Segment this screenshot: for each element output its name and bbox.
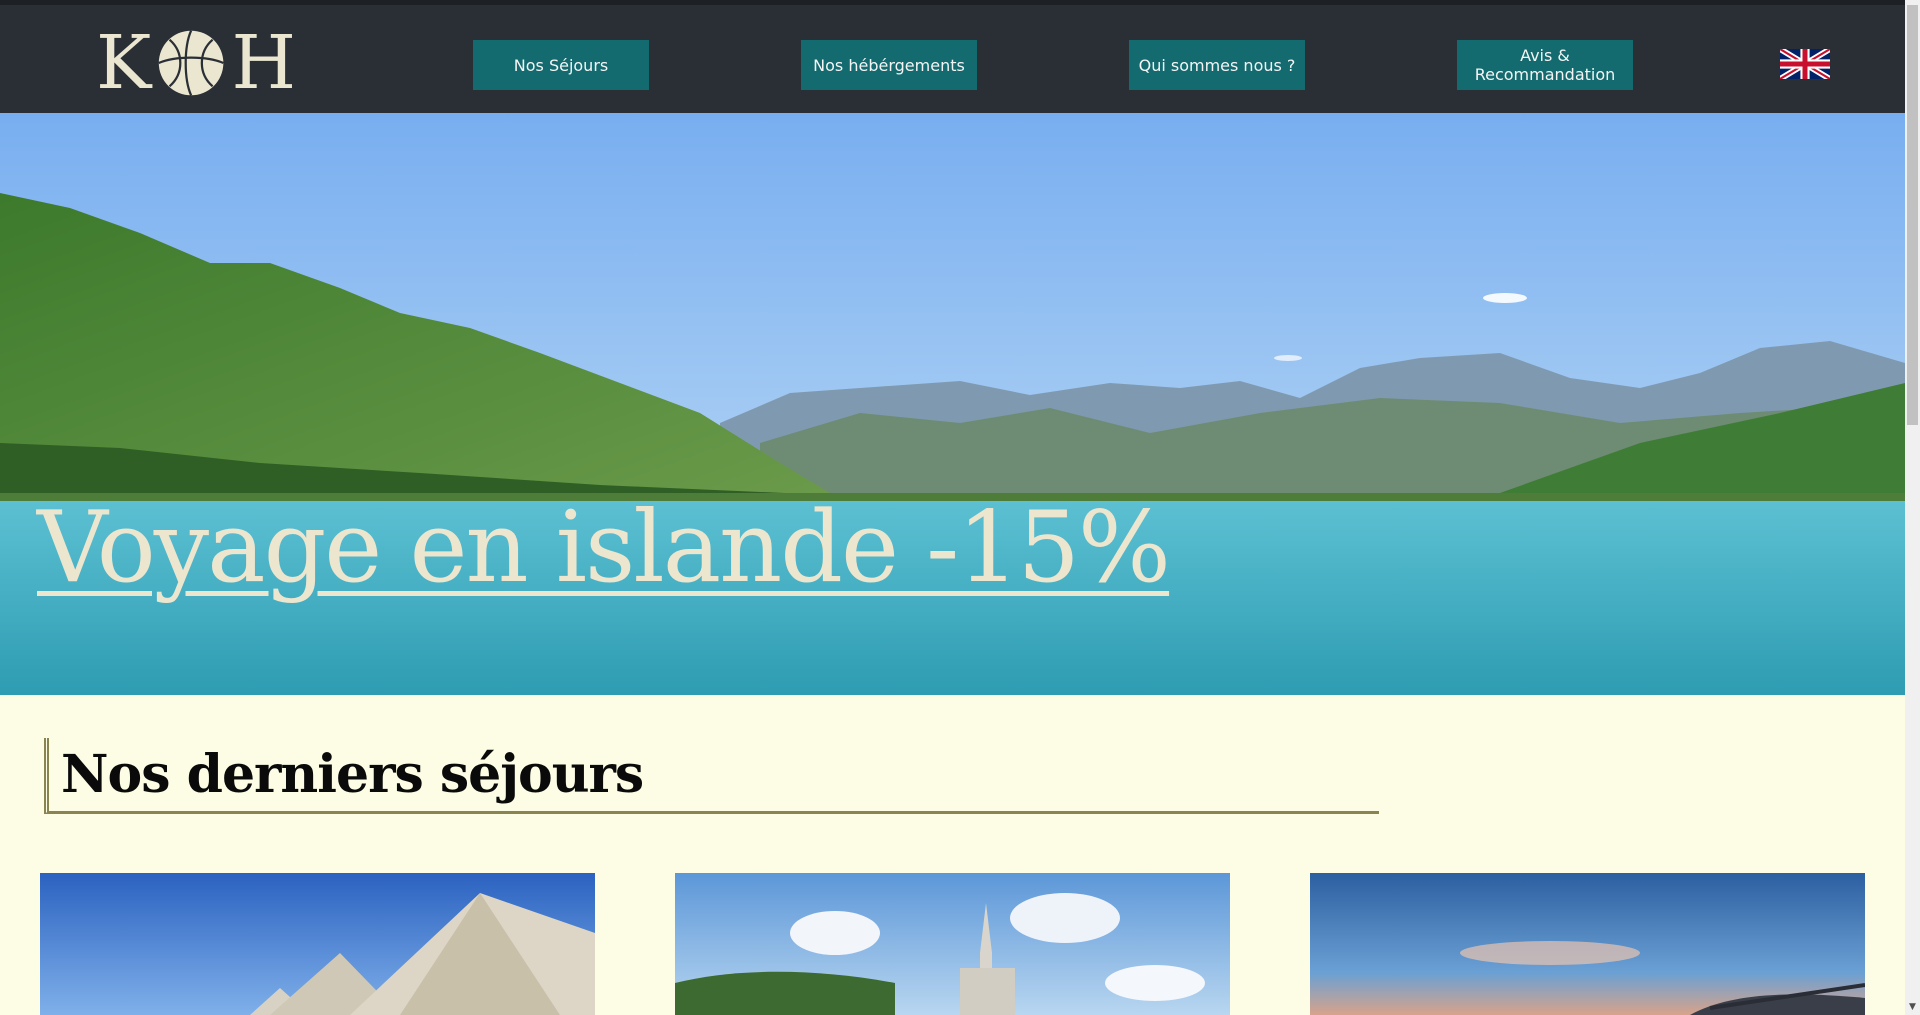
lake-mountains-image [0, 113, 1905, 695]
scroll-down-arrow-icon[interactable]: ▼ [1905, 1000, 1920, 1015]
logo-letter-h: H [231, 20, 296, 106]
sejour-card-1[interactable] [40, 873, 595, 1015]
sejour-card-image-bridge [1310, 873, 1865, 1015]
sejour-card-image-church [675, 873, 1230, 1015]
sejour-card-3[interactable] [1310, 873, 1865, 1015]
nav-nos-hebergements-button[interactable]: Nos hébérgements [801, 40, 977, 90]
sejour-card-image-huts [40, 873, 595, 1015]
nav-nos-sejours-button[interactable]: Nos Séjours [473, 40, 649, 90]
site-logo[interactable]: K H [96, 21, 296, 105]
nav-avis-recommandation-button[interactable]: Avis & Recommandation [1457, 40, 1633, 90]
page-scrollbar[interactable]: ▼ [1905, 0, 1920, 1015]
scrollbar-thumb[interactable] [1907, 5, 1918, 425]
section-title: Nos derniers séjours [61, 744, 644, 805]
nav-qui-sommes-nous-button[interactable]: Qui sommes nous ? [1129, 40, 1305, 90]
basketball-icon [158, 30, 225, 96]
logo-letter-k: K [96, 20, 152, 106]
hero-promo-link[interactable]: Voyage en islande -15% [37, 491, 1171, 605]
section-heading: Nos derniers séjours [44, 738, 1379, 814]
hero-banner: Voyage en islande -15% [0, 113, 1905, 695]
uk-flag-icon[interactable] [1780, 49, 1830, 79]
navbar: K H Nos Séjours Nos hébérgements Qui som… [0, 5, 1905, 113]
sejour-card-2[interactable] [675, 873, 1230, 1015]
